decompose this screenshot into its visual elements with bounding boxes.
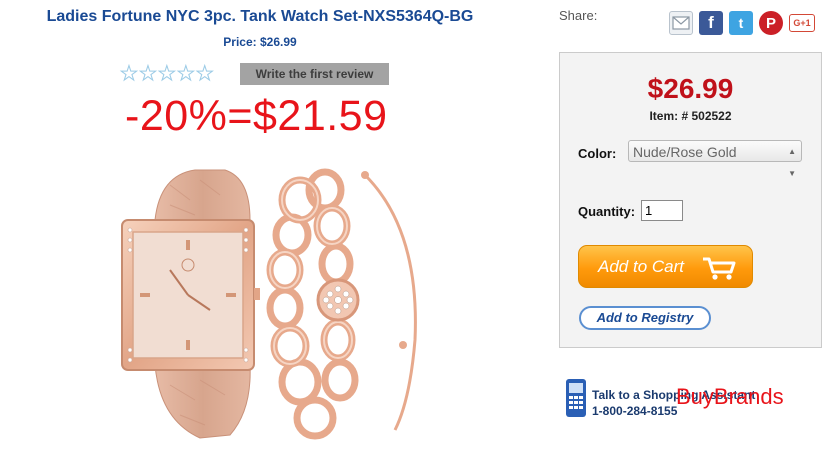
star-icon[interactable]: ★ <box>138 64 157 85</box>
quantity-label: Quantity: <box>578 204 636 219</box>
cart-icon <box>703 257 736 280</box>
buy-box: $26.99 Item: # 502522 Color: Nude/Rose G… <box>559 52 822 348</box>
select-arrows-icon: ▲ ▼ <box>788 147 796 178</box>
add-to-cart-label: Add to Cart <box>598 257 684 276</box>
star-icon[interactable]: ★ <box>120 64 139 85</box>
item-number: Item: # 502522 <box>649 109 732 123</box>
star-icon[interactable]: ★ <box>157 64 176 85</box>
product-price: Price: $26.99 <box>223 35 297 49</box>
star-icon[interactable]: ★ <box>176 64 195 85</box>
shopping-assistant-phone[interactable]: 1-800-284-8155 <box>592 404 677 418</box>
color-label: Color: <box>578 146 617 161</box>
rating-stars[interactable]: ★ ★ ★ ★ ★ <box>120 64 215 85</box>
phone-icon <box>566 379 586 417</box>
twitter-icon[interactable]: t <box>729 11 753 35</box>
pinterest-icon[interactable]: P <box>759 11 783 35</box>
write-review-button[interactable]: Write the first review <box>240 63 389 85</box>
star-icon[interactable]: ★ <box>195 64 214 85</box>
buy-box-price: $26.99 <box>647 73 734 104</box>
product-image <box>121 168 417 440</box>
add-to-registry-button[interactable]: Add to Registry <box>579 306 711 330</box>
color-select-value: Nude/Rose Gold <box>633 144 737 160</box>
google-plus-icon[interactable]: G+1 <box>789 14 815 32</box>
color-select[interactable]: Nude/Rose Gold ▲ ▼ <box>628 140 802 178</box>
mail-icon[interactable] <box>669 11 693 35</box>
product-title: Ladies Fortune NYC 3pc. Tank Watch Set-N… <box>46 8 474 25</box>
facebook-icon[interactable]: f <box>699 11 723 35</box>
watermark-text: BuyBrands <box>676 384 784 409</box>
share-label: Share: <box>559 8 598 23</box>
add-to-cart-button[interactable]: Add to Cart <box>578 245 753 288</box>
discount-overlay-text: -20%=$21.59 <box>125 92 388 140</box>
quantity-input[interactable]: 1 <box>641 200 683 221</box>
share-icons: f t P G+1 <box>669 11 815 35</box>
